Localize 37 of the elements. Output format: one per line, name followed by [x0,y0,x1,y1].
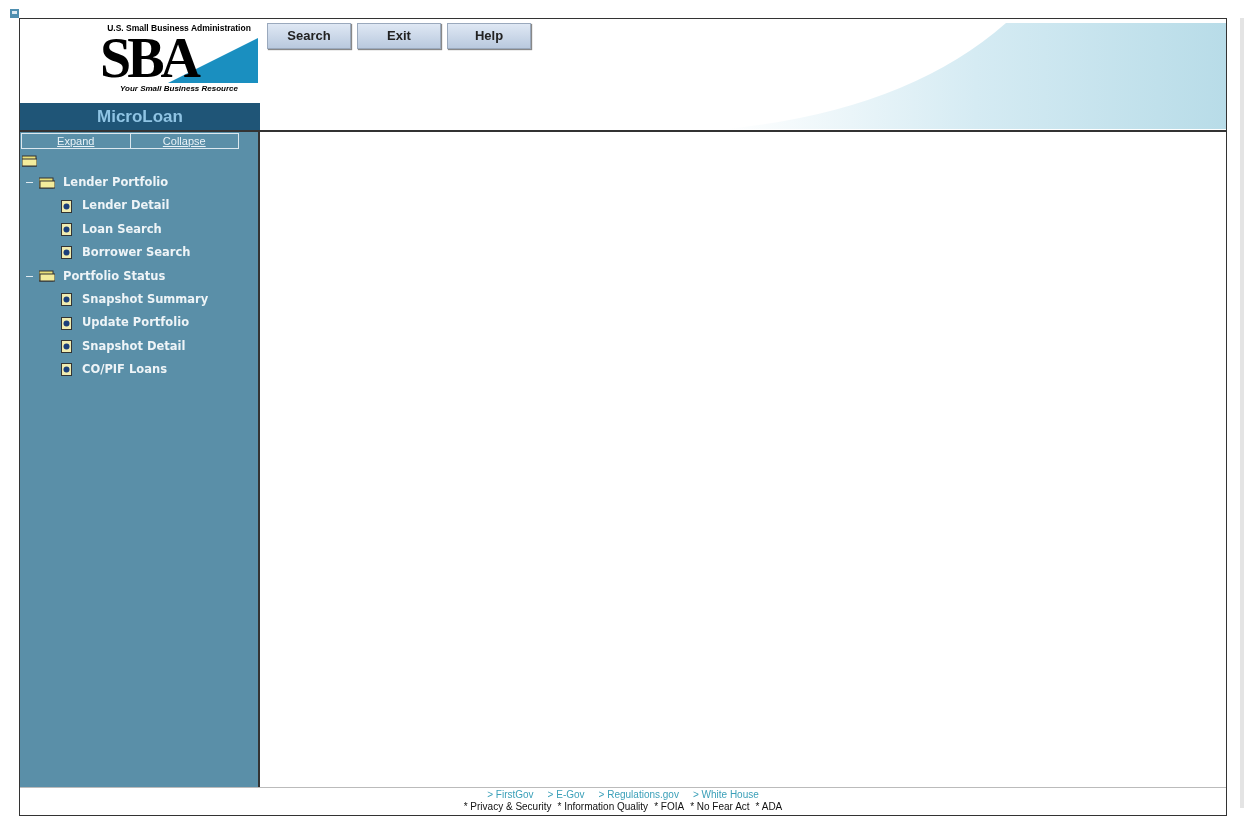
footer-link[interactable]: > Regulations.gov [598,789,679,801]
document-icon [61,222,72,236]
folder-icon [39,270,55,283]
policy-link[interactable]: * No Fear Act [690,801,750,813]
tree-item[interactable]: Loan Search [82,220,162,239]
document-icon [61,199,72,213]
folder-icon [39,176,55,189]
policy-link[interactable]: * Privacy & Security [463,801,552,813]
logo-mark: SBA [100,35,197,81]
toolbar-button[interactable]: Exit [357,23,441,49]
tree-item[interactable]: Borrower Search [82,244,191,262]
policy-link[interactable]: * FOIA [654,801,685,813]
toolbar-button[interactable]: Help [447,23,531,49]
tree-item[interactable]: Lender Detail [82,197,170,215]
tagline: Your Small Business Resource [120,83,238,95]
footer-link[interactable]: > White House [692,789,759,801]
policy-link[interactable]: * Information Quality [557,801,649,813]
agency-name: U.S. Small Business Administration [107,23,251,33]
policy-link[interactable]: * ADA [755,801,783,813]
expand-link[interactable]: Expand [22,134,131,148]
document-icon [61,316,72,330]
footer-link[interactable]: > E-Gov [547,789,585,801]
document-icon [61,293,72,307]
collapse-link[interactable]: Collapse [130,134,238,148]
tree-folder[interactable]: Portfolio Status [63,267,166,285]
tree-item[interactable]: Snapshot Detail [82,337,186,356]
toolbar-button[interactable]: Search [267,23,351,49]
app-title: MicroLoan [20,103,260,130]
page-icon [10,9,19,18]
tree-item[interactable]: Update Portfolio [82,314,190,332]
document-icon [61,246,72,260]
tree-folder[interactable]: Lender Portfolio [63,174,169,192]
tree-item[interactable]: Snapshot Summary [82,291,209,309]
document-icon [61,363,72,377]
tree-item[interactable]: CO/PIF Loans [82,361,167,379]
document-icon [61,339,72,353]
footer-link[interactable]: > FirstGov [487,789,534,801]
